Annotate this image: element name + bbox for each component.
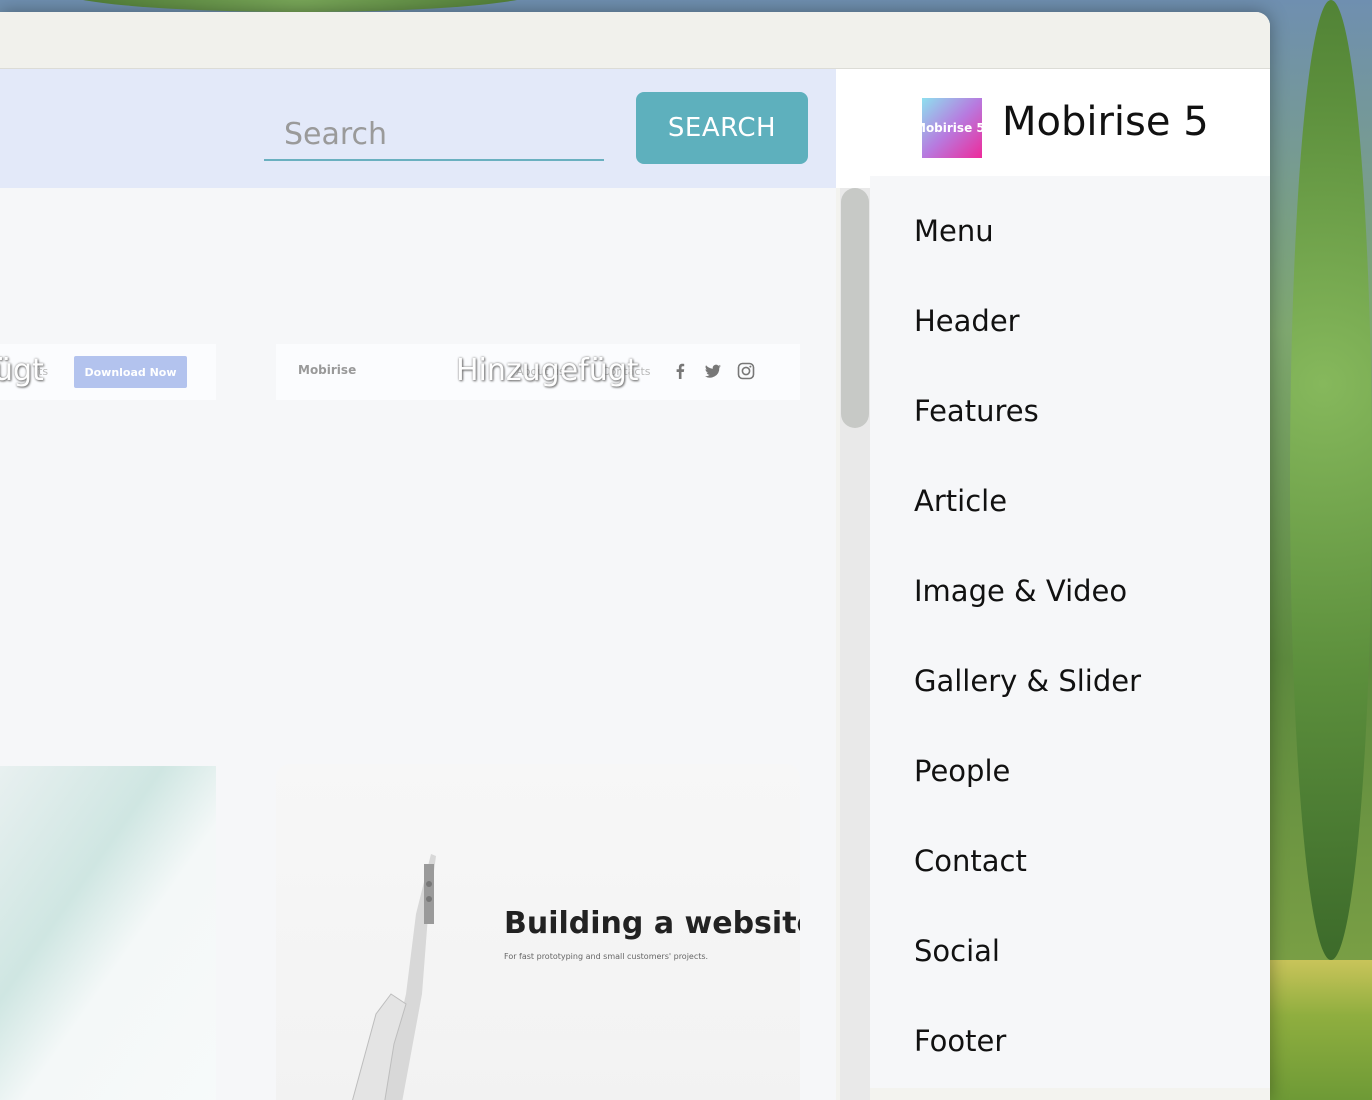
instagram-icon xyxy=(737,362,755,380)
category-contact[interactable]: Contact xyxy=(914,844,1027,878)
download-now-button-preview: Download Now xyxy=(74,356,187,388)
menu-block-preview-right[interactable]: Mobirise About us Contacts Hinzugefügt xyxy=(276,344,800,400)
hero-subtitle-preview: For fast prototyping and small customers… xyxy=(504,952,709,961)
category-people[interactable]: People xyxy=(914,754,1010,788)
category-social[interactable]: Social xyxy=(914,934,1000,968)
background-foliage xyxy=(1290,0,1372,960)
app-title: Mobirise 5 xyxy=(1002,99,1209,145)
mobirise-logo: Mobirise 5 xyxy=(922,98,982,158)
block-category-list: Menu Header Features Article Image & Vid… xyxy=(870,176,1270,1088)
category-gallery-slider[interactable]: Gallery & Slider xyxy=(914,664,1141,698)
sidebar-header: Mobirise 5 Mobirise 5 xyxy=(836,69,1270,188)
scrollbar-thumb[interactable] xyxy=(841,188,869,428)
category-footer[interactable]: Footer xyxy=(914,1024,1006,1058)
background-foliage-top xyxy=(60,0,540,12)
menu-block-preview-left[interactable]: ts Download Now ügt xyxy=(0,344,216,400)
hero-block-preview-left[interactable] xyxy=(0,766,216,1100)
search-input[interactable] xyxy=(264,109,604,161)
category-features[interactable]: Features xyxy=(914,394,1039,428)
search-bar: SEARCH xyxy=(0,69,836,188)
search-button[interactable]: SEARCH xyxy=(636,92,808,164)
preview-brand: Mobirise xyxy=(298,363,357,377)
category-header[interactable]: Header xyxy=(914,304,1020,338)
guitar-image xyxy=(352,854,436,1100)
hero-title-preview: Building a website xyxy=(504,906,800,941)
category-menu[interactable]: Menu xyxy=(914,214,994,248)
category-image-video[interactable]: Image & Video xyxy=(914,574,1127,608)
background-grass xyxy=(1270,960,1372,1100)
added-label: ügt xyxy=(0,353,44,388)
twitter-icon xyxy=(705,364,721,378)
block-preview-pane: SEARCH ts Download Now ügt Mobirise Abou… xyxy=(0,69,836,1100)
facebook-icon xyxy=(676,363,685,379)
added-label: Hinzugefügt xyxy=(456,353,639,388)
hero-block-preview-right[interactable]: Building a website For fast prototyping … xyxy=(276,764,800,1100)
window-titlebar xyxy=(0,12,1270,69)
category-article[interactable]: Article xyxy=(914,484,1007,518)
